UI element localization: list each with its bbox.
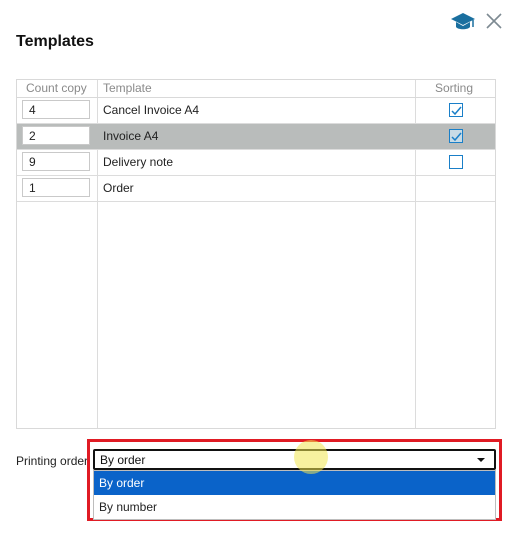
template-name: Delivery note xyxy=(103,155,174,169)
option-by-number[interactable]: By number xyxy=(94,495,495,519)
templates-table: Count copy Template Sorting Cancel Invoi… xyxy=(16,79,496,429)
printing-order-select[interactable]: By order xyxy=(93,449,496,470)
sorting-checkbox[interactable] xyxy=(449,129,463,143)
column-header-template: Template xyxy=(103,81,152,95)
template-name: Order xyxy=(103,181,134,195)
table-row[interactable]: Order xyxy=(17,176,495,202)
table-row[interactable]: Cancel Invoice A4 xyxy=(17,98,495,124)
check-icon xyxy=(451,106,462,116)
sorting-checkbox[interactable] xyxy=(449,155,463,169)
table-row[interactable]: Delivery note xyxy=(17,150,495,176)
select-value: By order xyxy=(100,453,146,467)
column-header-sorting: Sorting xyxy=(435,81,474,95)
table-row[interactable]: Invoice A4 xyxy=(17,124,495,150)
count-copy-input[interactable] xyxy=(22,178,90,197)
template-name: Invoice A4 xyxy=(103,129,159,143)
dialog-title: Templates xyxy=(16,33,94,50)
template-name: Cancel Invoice A4 xyxy=(103,103,200,117)
sorting-checkbox[interactable] xyxy=(449,103,463,117)
dropdown-options: By order By number xyxy=(93,470,496,520)
column-header-count-copy: Count copy xyxy=(26,81,87,95)
option-by-order[interactable]: By order xyxy=(94,471,495,495)
chevron-down-icon xyxy=(477,458,485,462)
table-header: Count copy Template Sorting xyxy=(17,80,495,98)
close-icon[interactable] xyxy=(484,11,504,31)
check-icon xyxy=(451,132,462,142)
count-copy-input[interactable] xyxy=(22,126,90,145)
count-copy-input[interactable] xyxy=(22,152,90,171)
count-copy-input[interactable] xyxy=(22,100,90,119)
printing-order-label: Printing order xyxy=(16,454,89,468)
graduation-cap-icon[interactable] xyxy=(450,11,476,33)
